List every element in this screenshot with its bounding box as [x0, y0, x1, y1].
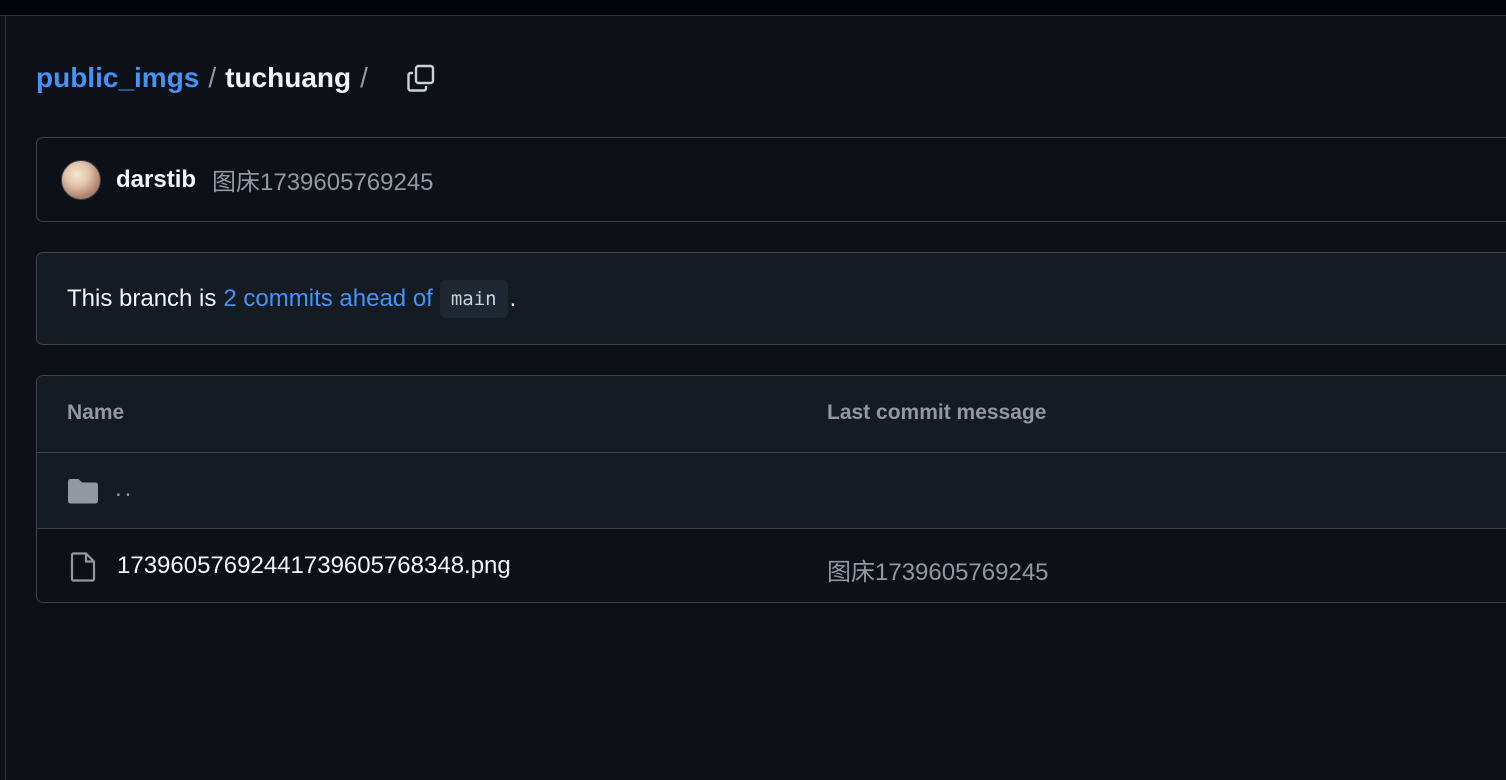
parent-directory-link[interactable]: .. [115, 475, 134, 503]
branch-status-prefix: This branch is [67, 284, 217, 312]
breadcrumb-current-folder: tuchuang [225, 62, 352, 93]
commits-ahead-link[interactable]: 2 commits ahead of [223, 285, 432, 313]
copy-icon [407, 64, 435, 92]
column-header-last-commit-message: Last commit message [827, 401, 1047, 424]
file-commit-message-link[interactable]: 图床1739605769245 [827, 552, 1049, 587]
commit-author[interactable]: darstib [116, 166, 196, 194]
avatar[interactable] [61, 159, 101, 200]
folder-icon [68, 479, 98, 504]
top-header-strip [0, 0, 1506, 16]
breadcrumb: public_imgs / tuchuang / [36, 58, 377, 98]
latest-commit-bar: darstib 图床1739605769245 [36, 137, 1506, 222]
parent-directory-row[interactable]: .. [37, 453, 1506, 529]
file-name-link[interactable]: 17396057692441739605768348.png [117, 552, 511, 580]
breadcrumb-repo-link[interactable]: public_imgs [36, 62, 199, 94]
file-table-header: Name Last commit message [37, 376, 1506, 453]
left-divider [5, 16, 6, 780]
file-table: Name Last commit message .. 173960576924… [36, 375, 1506, 603]
breadcrumb-trailing-separator: / [360, 62, 368, 93]
file-icon [70, 552, 96, 582]
branch-status-suffix: . [509, 284, 517, 312]
column-header-name: Name [67, 401, 125, 424]
table-row[interactable]: 17396057692441739605768348.png 图床1739605… [37, 529, 1506, 602]
base-branch-code: main [439, 279, 508, 318]
breadcrumb-separator: / [208, 62, 217, 93]
branch-status-banner: This branch is 2 commits ahead of main . [36, 252, 1506, 345]
copy-path-button[interactable] [400, 58, 442, 98]
commit-message[interactable]: 图床1739605769245 [212, 162, 434, 197]
